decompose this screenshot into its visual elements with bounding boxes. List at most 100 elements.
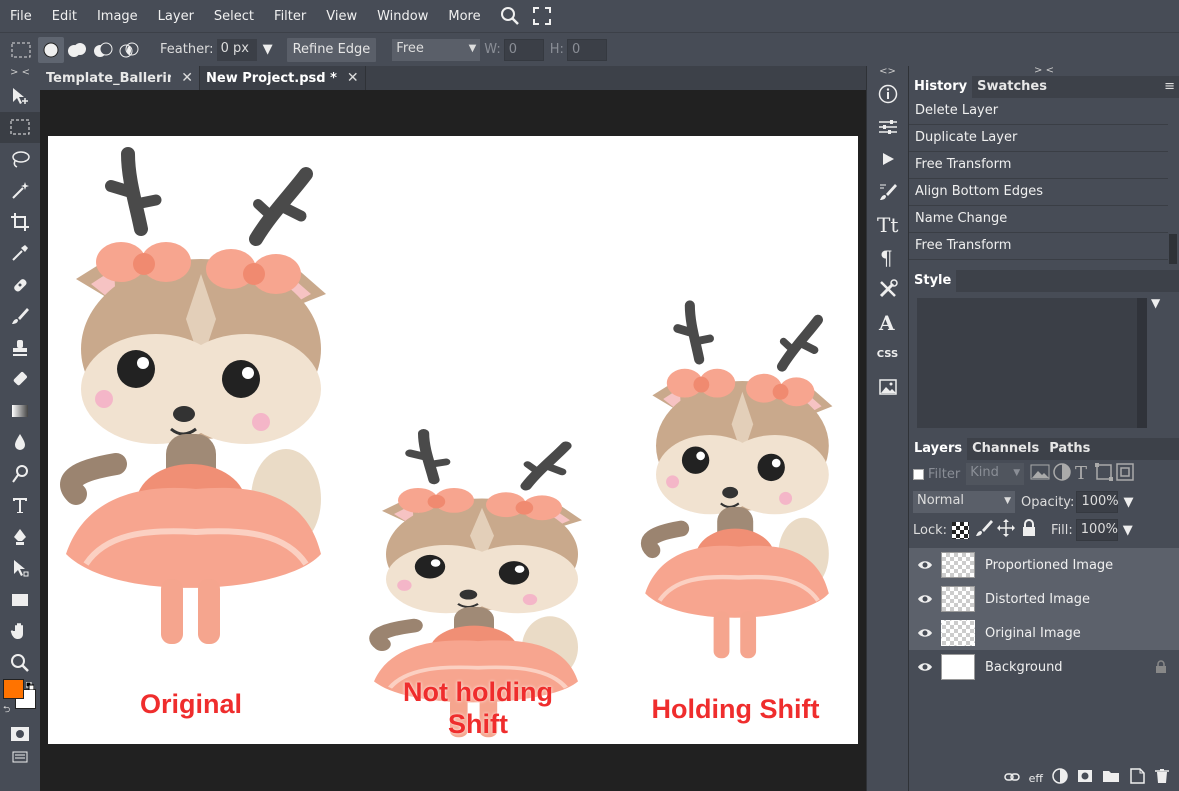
healing-brush-tool-icon[interactable] bbox=[0, 269, 40, 301]
brush-settings-icon[interactable] bbox=[867, 176, 908, 209]
gradient-tool-icon[interactable] bbox=[0, 395, 40, 427]
history-item[interactable]: Duplicate Layer bbox=[909, 125, 1168, 152]
search-icon[interactable] bbox=[497, 3, 523, 29]
subtract-selection-mode-icon[interactable] bbox=[90, 37, 116, 63]
style-scrollbar[interactable] bbox=[1137, 298, 1147, 428]
fill-dropdown-icon[interactable]: ▼ bbox=[1123, 523, 1133, 538]
opacity-dropdown-icon[interactable]: ▼ bbox=[1123, 495, 1133, 510]
new-group-icon[interactable] bbox=[1102, 769, 1120, 787]
menu-file[interactable]: File bbox=[0, 9, 42, 24]
history-item[interactable]: Align Bottom Edges bbox=[909, 179, 1168, 206]
style-preview-area[interactable] bbox=[917, 298, 1147, 428]
layer-row[interactable]: Distorted Image bbox=[909, 582, 1179, 616]
eyedropper-tool-icon[interactable] bbox=[0, 238, 40, 270]
width-input[interactable]: 0 bbox=[503, 38, 544, 61]
eraser-tool-icon[interactable] bbox=[0, 364, 40, 396]
layer-row[interactable]: Proportioned Image bbox=[909, 548, 1179, 582]
blend-mode-select[interactable]: Normal ▼ bbox=[913, 491, 1015, 513]
add-selection-mode-icon[interactable] bbox=[64, 37, 90, 63]
foreground-color-swatch[interactable] bbox=[3, 678, 24, 699]
menu-image[interactable]: Image bbox=[87, 9, 148, 24]
layer-row[interactable]: Original Image bbox=[909, 616, 1179, 650]
delete-layer-icon[interactable] bbox=[1154, 768, 1170, 788]
fill-input[interactable]: 100% bbox=[1075, 519, 1118, 541]
feather-input[interactable]: 0 px bbox=[216, 38, 257, 61]
lock-paint-icon[interactable] bbox=[975, 519, 994, 541]
lock-position-icon[interactable] bbox=[997, 519, 1016, 541]
pen-tool-icon[interactable] bbox=[0, 521, 40, 553]
filter-adjustment-icon[interactable] bbox=[1053, 463, 1071, 485]
height-input[interactable]: 0 bbox=[566, 38, 607, 61]
menu-layer[interactable]: Layer bbox=[148, 9, 204, 24]
quick-mask-icon[interactable] bbox=[0, 721, 40, 747]
add-mask-icon[interactable] bbox=[1077, 769, 1093, 787]
play-actions-icon[interactable] bbox=[867, 143, 908, 176]
marquee-tool-icon[interactable] bbox=[10, 39, 32, 61]
history-item[interactable]: Free Transform bbox=[909, 233, 1168, 260]
character-icon[interactable]: Tt bbox=[867, 208, 908, 241]
history-item[interactable]: Name Change bbox=[909, 206, 1168, 233]
chevron-down-icon[interactable]: ▼ bbox=[1151, 296, 1160, 310]
glyphs-icon[interactable]: A bbox=[867, 306, 908, 339]
kind-select[interactable]: Kind ▼ bbox=[966, 463, 1025, 485]
clone-stamp-tool-icon[interactable] bbox=[0, 332, 40, 364]
filter-image-icon[interactable] bbox=[1030, 464, 1050, 484]
dodge-tool-icon[interactable] bbox=[0, 458, 40, 490]
fullscreen-icon[interactable] bbox=[529, 3, 555, 29]
tab-template-ballerina[interactable]: Template_Ballerina ✕ bbox=[40, 66, 200, 90]
menu-edit[interactable]: Edit bbox=[42, 9, 87, 24]
collapse-toggle[interactable]: > < bbox=[0, 66, 40, 80]
image-icon[interactable] bbox=[867, 371, 908, 404]
brush-tool-icon[interactable] bbox=[0, 301, 40, 333]
menu-window[interactable]: Window bbox=[367, 9, 438, 24]
paragraph-icon[interactable]: ¶ bbox=[867, 241, 908, 274]
eye-icon[interactable] bbox=[909, 593, 941, 605]
tab-swatches[interactable]: Swatches bbox=[972, 76, 1052, 98]
intersect-selection-mode-icon[interactable] bbox=[116, 37, 142, 63]
tab-new-project[interactable]: New Project.psd * ✕ bbox=[200, 66, 366, 90]
type-tool-icon[interactable] bbox=[0, 490, 40, 522]
refine-edge-button[interactable]: Refine Edge bbox=[286, 37, 377, 62]
close-icon[interactable]: ✕ bbox=[181, 70, 193, 86]
lock-all-icon[interactable] bbox=[1021, 519, 1037, 541]
crop-tool-icon[interactable] bbox=[0, 206, 40, 238]
document-canvas[interactable]: Original Not holding Shift Holding Shift bbox=[48, 136, 858, 744]
new-selection-mode-icon[interactable] bbox=[38, 36, 64, 63]
tab-style[interactable]: Style bbox=[909, 270, 957, 292]
feather-dropdown-icon[interactable]: ▼ bbox=[263, 42, 273, 57]
tab-history[interactable]: History bbox=[909, 76, 973, 98]
lock-transparency-icon[interactable] bbox=[952, 521, 970, 539]
eye-icon[interactable] bbox=[909, 661, 941, 673]
tools-icon[interactable] bbox=[867, 273, 908, 306]
filter-smart-object-icon[interactable] bbox=[1116, 463, 1134, 485]
adjustments-icon[interactable] bbox=[867, 111, 908, 144]
marquee-select-tool-icon[interactable] bbox=[0, 111, 40, 143]
layer-effects-icon[interactable]: eff bbox=[1029, 772, 1043, 785]
eye-icon[interactable] bbox=[909, 559, 941, 571]
eye-icon[interactable] bbox=[909, 627, 941, 639]
link-layers-icon[interactable] bbox=[1003, 771, 1020, 786]
screen-mode-icon[interactable] bbox=[0, 747, 40, 767]
swap-colors-icon[interactable]: ⮌ bbox=[3, 702, 10, 718]
selection-style-select[interactable]: Free ▼ bbox=[392, 38, 481, 61]
blur-tool-icon[interactable] bbox=[0, 427, 40, 459]
zoom-tool-icon[interactable] bbox=[0, 647, 40, 679]
default-colors-icon[interactable] bbox=[25, 679, 35, 690]
path-select-tool-icon[interactable] bbox=[0, 553, 40, 585]
hand-tool-icon[interactable] bbox=[0, 616, 40, 648]
tab-channels[interactable]: Channels bbox=[967, 438, 1044, 460]
move-tool-icon[interactable] bbox=[0, 80, 40, 112]
history-scrollbar[interactable] bbox=[1169, 234, 1177, 264]
menu-view[interactable]: View bbox=[316, 9, 367, 24]
css-icon[interactable]: CSS bbox=[867, 338, 908, 371]
filter-shape-icon[interactable] bbox=[1095, 463, 1114, 485]
info-icon[interactable] bbox=[867, 78, 908, 111]
tab-paths[interactable]: Paths bbox=[1044, 438, 1095, 460]
collapse-toggle[interactable]: > < bbox=[909, 66, 1179, 76]
rectangle-tool-icon[interactable] bbox=[0, 584, 40, 616]
new-layer-icon[interactable] bbox=[1129, 768, 1145, 788]
layer-row[interactable]: Background bbox=[909, 650, 1179, 684]
history-item[interactable]: Free Transform bbox=[909, 152, 1168, 179]
tab-layers[interactable]: Layers bbox=[909, 438, 968, 460]
lasso-tool-icon[interactable] bbox=[0, 143, 40, 175]
